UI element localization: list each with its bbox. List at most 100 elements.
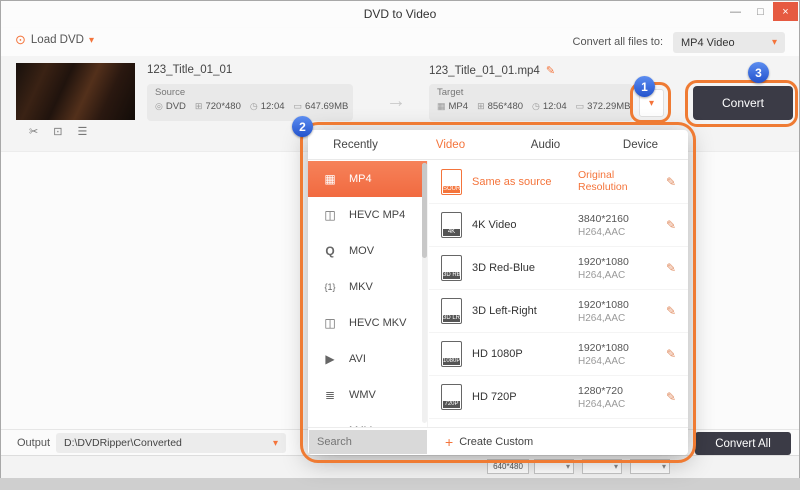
format-item-label: HEVC MKV [349, 317, 406, 329]
preset-codec: H264,AAC [578, 227, 656, 238]
convert-all-files-label: Convert all files to: [573, 36, 663, 48]
format-item-wmv[interactable]: ≣ WMV [308, 377, 427, 413]
target-duration: ◷ 12:04 [532, 101, 567, 112]
output-path-dropdown[interactable]: D:\DVDRipper\Converted ▾ [56, 433, 286, 453]
edit-preset-icon[interactable]: ✎ [666, 390, 676, 404]
preset-row-3d-red-blue[interactable]: 3D RB 3D Red-Blue 1920*1080 H264,AAC ✎ [429, 247, 688, 290]
avi-format-icon: ▶ [320, 352, 340, 366]
format-item-avi[interactable]: ▶ AVI [308, 341, 427, 377]
target-info-row: ▦ MP4 ⊞ 856*480 ◷ 12:04 ▭ 372.29MB [437, 101, 625, 112]
preset-resolution: 1280*720 [578, 385, 656, 397]
edit-preset-icon[interactable]: ✎ [666, 175, 676, 189]
toolbar: ⊙ Load DVD ▾ Convert all files to: MP4 V… [1, 28, 799, 56]
preset-resolution: 1920*1080 [578, 299, 656, 311]
step-badge-3: 3 [748, 62, 769, 83]
load-dvd-label: Load DVD [31, 34, 84, 46]
format-item-label: HEVC MP4 [349, 209, 405, 221]
background-strip: 640*480 ▾ ▾ ▾ [1, 455, 799, 478]
format-popup: Recently Video Audio Device ▦ MP4 ◫ HEVC… [308, 130, 688, 455]
edit-preset-icon[interactable]: ✎ [666, 218, 676, 232]
preset-row-same-as-source[interactable]: SOURCE Same as source Original Resolutio… [429, 161, 688, 204]
popup-tabs: Recently Video Audio Device [308, 130, 688, 160]
background-dropdown: ▾ [534, 459, 574, 474]
popup-footer: + Create Custom [308, 427, 688, 455]
create-custom-button[interactable]: + Create Custom [445, 434, 533, 450]
format-item-mkv[interactable]: {1} MKV [308, 269, 427, 305]
source-label: Source [155, 87, 345, 98]
convert-button[interactable]: Convert [693, 86, 793, 120]
format-item-label: AVI [349, 353, 366, 365]
edit-preset-icon[interactable]: ✎ [666, 261, 676, 275]
output-label: Output [17, 437, 50, 449]
preset-row-hd-720p[interactable]: 720P HD 720P 1280*720 H264,AAC ✎ [429, 376, 688, 419]
format-item-hevc-mp4[interactable]: ◫ HEVC MP4 [308, 197, 427, 233]
video-icon: ▦ [437, 101, 446, 112]
global-format-value: MP4 Video [681, 37, 735, 49]
format-item-mp4[interactable]: ▦ MP4 [308, 161, 427, 197]
background-dropdown: ▾ [630, 459, 670, 474]
clock-icon: ◷ [532, 101, 540, 112]
file-icon: ▭ [294, 101, 303, 112]
crop-icon[interactable]: ⊡ [53, 125, 62, 138]
edit-preset-icon[interactable]: ✎ [666, 347, 676, 361]
3d-rb-preset-icon: 3D RB [441, 255, 462, 281]
4k-preset-icon: 4K [441, 212, 462, 238]
target-info-box: Target ▦ MP4 ⊞ 856*480 ◷ 12:04 [429, 84, 633, 121]
mp4-format-icon: ▦ [320, 172, 340, 186]
preset-codec: H264,AAC [578, 270, 656, 281]
tab-video[interactable]: Video [403, 130, 498, 159]
format-list-scrollbar[interactable] [422, 163, 427, 423]
format-item-hevc-mkv[interactable]: ◫ HEVC MKV [308, 305, 427, 341]
step-badge-1: 1 [634, 76, 655, 97]
trim-icon[interactable]: ✂ [29, 125, 38, 138]
tab-audio[interactable]: Audio [498, 130, 593, 159]
maximize-button[interactable]: □ [748, 2, 773, 21]
tab-device[interactable]: Device [593, 130, 688, 159]
caret-down-icon: ▾ [614, 462, 618, 471]
search-input[interactable] [309, 430, 427, 454]
minimize-button[interactable]: — [723, 2, 748, 21]
preset-row-3d-left-right[interactable]: 3D LR 3D Left-Right 1920*1080 H264,AAC ✎ [429, 290, 688, 333]
screen: DVD to Video — □ × ⊙ Load DVD ▾ Convert … [0, 0, 800, 490]
preset-resolution: Original Resolution [578, 169, 656, 193]
window-controls: — □ × [723, 2, 798, 21]
target-format: ▦ MP4 [437, 101, 468, 112]
edit-filename-icon[interactable]: ✎ [546, 64, 555, 77]
target-resolution: ⊞ 856*480 [477, 101, 523, 112]
source-resolution: ⊞ 720*480 [195, 101, 241, 112]
source-info-row: ◎ DVD ⊞ 720*480 ◷ 12:04 ▭ 647.69MB [155, 101, 345, 112]
source-size: ▭ 647.69MB [294, 101, 349, 112]
format-item-m4v[interactable]: ▦ M4V [308, 413, 427, 427]
tab-recently[interactable]: Recently [308, 130, 403, 159]
720p-preset-icon: 720P [441, 384, 462, 410]
chevron-down-icon: ▾ [273, 438, 278, 449]
close-button[interactable]: × [773, 2, 798, 21]
plus-icon: + [445, 434, 453, 450]
global-format-dropdown[interactable]: MP4 Video ▾ [673, 32, 785, 53]
resolution-icon: ⊞ [195, 101, 203, 112]
background-resolution-box: 640*480 [487, 459, 529, 474]
title-bar: DVD to Video — □ × [1, 1, 799, 27]
format-item-label: WMV [349, 389, 376, 401]
load-dvd-button[interactable]: ⊙ Load DVD ▾ [15, 32, 94, 48]
hevc-mkv-format-icon: ◫ [320, 316, 340, 330]
format-item-mov[interactable]: Q MOV [308, 233, 427, 269]
preset-list: SOURCE Same as source Original Resolutio… [429, 161, 688, 427]
source-info-box: Source ◎ DVD ⊞ 720*480 ◷ 12:04 [147, 84, 353, 121]
convert-all-button[interactable]: Convert All [695, 432, 791, 455]
edit-tools: ✂ ⊡ ☰ [29, 125, 87, 138]
media-title: 123_Title_01_01 [147, 64, 232, 76]
source-preset-icon: SOURCE [441, 169, 462, 195]
target-label: Target [437, 87, 625, 98]
preset-codec: H264,AAC [578, 399, 656, 410]
scrollbar-thumb[interactable] [422, 163, 427, 258]
video-thumbnail [16, 63, 135, 120]
wmv-format-icon: ≣ [320, 388, 340, 402]
effects-icon[interactable]: ☰ [77, 125, 87, 138]
target-size: ▭ 372.29MB [576, 101, 631, 112]
edit-preset-icon[interactable]: ✎ [666, 304, 676, 318]
source-duration: ◷ 12:04 [250, 101, 285, 112]
preset-row-4k-video[interactable]: 4K 4K Video 3840*2160 H264,AAC ✎ [429, 204, 688, 247]
target-filename: 123_Title_01_01.mp4 [429, 65, 540, 77]
preset-row-hd-1080p[interactable]: 1080P HD 1080P 1920*1080 H264,AAC ✎ [429, 333, 688, 376]
